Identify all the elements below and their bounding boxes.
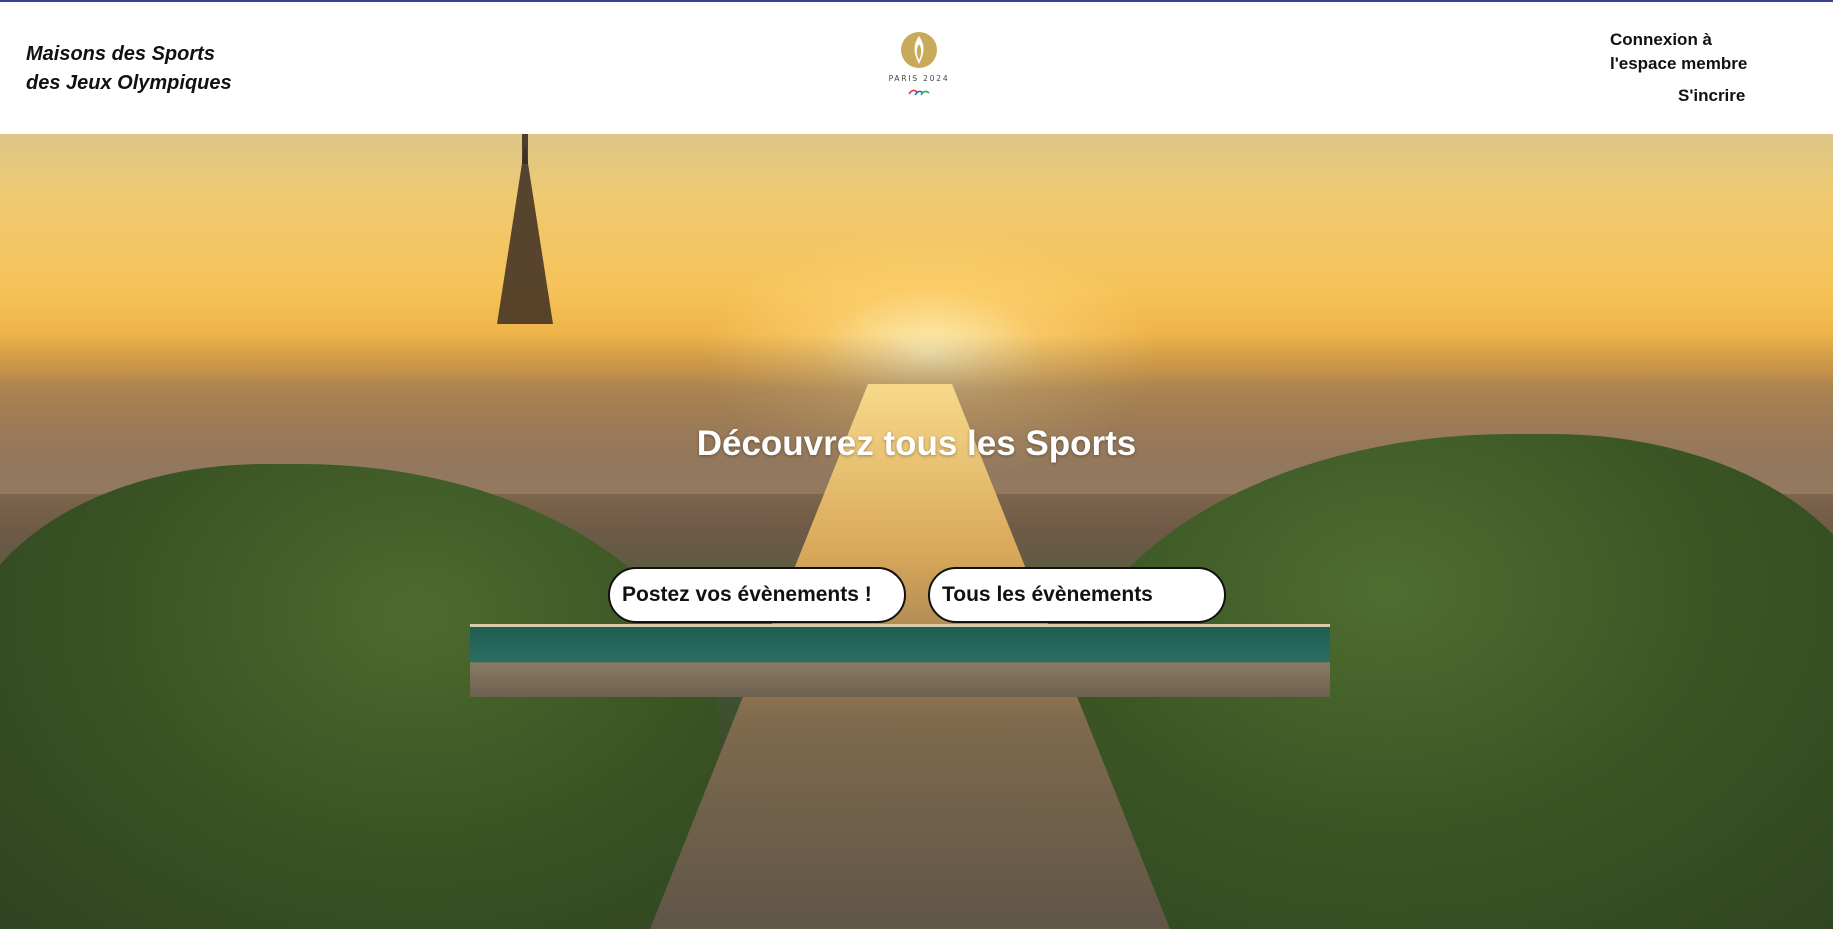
agitos-icon (908, 89, 930, 96)
hero-banner: Découvrez tous les Sports Postez vos évè… (0, 134, 1833, 929)
site-header: Maisons des Sports des Jeux Olympiques P… (0, 2, 1833, 134)
brand-line-1: Maisons des Sports (26, 43, 215, 65)
brand-line-2: des Jeux Olympiques (26, 72, 232, 94)
all-events-button[interactable]: Tous les évènements (928, 567, 1226, 623)
logo-text: PARIS 2024 (888, 74, 950, 83)
paris-2024-logo[interactable]: PARIS 2024 (884, 30, 954, 110)
signup-link[interactable]: S'incrire (1678, 86, 1745, 106)
post-events-button[interactable]: Postez vos évènements ! (608, 567, 906, 623)
member-login-link[interactable]: Connexion à l'espace membre (1610, 28, 1780, 76)
flame-logo-icon (901, 32, 937, 68)
site-brand[interactable]: Maisons des Sports des Jeux Olympiques (26, 40, 232, 98)
hero-title: Découvrez tous les Sports (696, 424, 1137, 463)
eiffel-tower (497, 144, 553, 324)
bridge-with-stands (470, 624, 1330, 697)
